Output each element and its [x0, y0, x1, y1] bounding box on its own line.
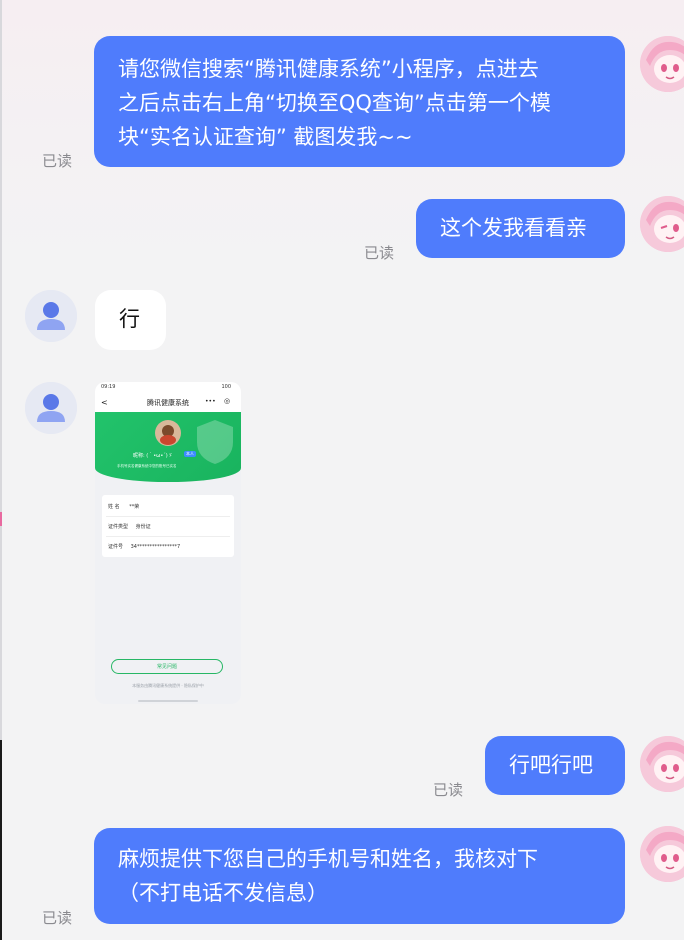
info-row: 证件号 34****************7	[108, 543, 180, 550]
contact-avatar[interactable]	[25, 382, 77, 434]
chat-window: 请您微信搜索“腾讯健康系统”小程序，点进去 之后点击右上角“切换至QQ查询”点击…	[0, 0, 684, 940]
info-value: **荣	[129, 504, 140, 510]
message-bubble-outgoing[interactable]: 麻烦提供下您自己的手机号和姓名，我核对下 （不打电话不发信息）	[94, 828, 625, 924]
my-avatar[interactable]	[640, 736, 684, 792]
screenshot-user-sub: 手机号实名健康系统中您的账号已实名	[117, 464, 177, 468]
divider	[106, 516, 230, 517]
read-status: 已读	[42, 152, 73, 170]
screenshot-user-name: 昵称: (｀•ω•´)ゞ	[133, 453, 173, 459]
default-person-avatar-icon	[25, 382, 77, 434]
screenshot-status-time: 09:19	[101, 384, 116, 390]
anime-girl-pink-hair-avatar-icon	[640, 826, 684, 882]
screenshot-close-icon: ◎	[224, 397, 231, 405]
left-edge-marker	[0, 512, 2, 526]
left-edge-dark	[0, 740, 2, 940]
user-avatar-icon	[155, 420, 181, 446]
anime-girl-pink-hair-avatar-icon	[640, 36, 684, 92]
my-avatar[interactable]	[640, 826, 684, 882]
divider	[106, 536, 230, 537]
read-status: 已读	[364, 244, 395, 262]
screenshot-status-battery: 100	[221, 384, 231, 390]
screenshot-info-card: 姓 名 **荣 证件类型 身份证 证件号 34****************7	[102, 495, 234, 557]
read-status: 已读	[42, 909, 73, 927]
screenshot-footer-note: 本服务由腾讯健康系统提供 · 隐私保护中	[132, 683, 204, 688]
screenshot-title: 腾讯健康系统	[147, 399, 189, 407]
read-status: 已读	[433, 781, 464, 799]
screenshot-back-icon: <	[101, 398, 108, 407]
screenshot-user-badge: 本人	[184, 451, 196, 457]
message-bubble-outgoing[interactable]: 这个发我看看亲	[416, 199, 625, 258]
info-label: 证件类型	[108, 524, 129, 530]
message-bubble-incoming[interactable]: 行	[95, 290, 166, 350]
info-value: 34****************7	[130, 544, 181, 550]
message-bubble-outgoing[interactable]: 行吧行吧	[485, 736, 625, 795]
screenshot-home-indicator	[138, 700, 198, 702]
anime-girl-pink-hair-avatar-icon	[640, 196, 684, 252]
screenshot-green-header: 昵称: (｀•ω•´)ゞ 本人 手机号实名健康系统中您的账号已实名	[95, 412, 241, 482]
info-label: 证件号	[108, 544, 124, 550]
screenshot-more-icon: •••	[205, 398, 216, 405]
info-label: 姓 名	[108, 504, 120, 510]
screenshot-nav-bar: < 腾讯健康系统 ••• ◎	[95, 394, 241, 412]
image-message-screenshot[interactable]: 09:19 100 < 腾讯健康系统 ••• ◎ 昵称: (｀•ω•´)ゞ 本人…	[95, 382, 241, 704]
info-row: 证件类型 身份证	[108, 523, 151, 530]
my-avatar[interactable]	[640, 196, 684, 252]
screenshot-faq-button: 常见问题	[111, 659, 223, 674]
info-row: 姓 名 **荣	[108, 503, 139, 510]
message-bubble-outgoing[interactable]: 请您微信搜索“腾讯健康系统”小程序，点进去 之后点击右上角“切换至QQ查询”点击…	[94, 36, 625, 167]
screenshot-status-bar: 09:19 100	[95, 382, 241, 394]
info-value: 身份证	[135, 524, 151, 530]
my-avatar[interactable]	[640, 36, 684, 92]
shield-watermark-icon	[197, 420, 233, 464]
contact-avatar[interactable]	[25, 290, 77, 342]
default-person-avatar-icon	[25, 290, 77, 342]
anime-girl-pink-hair-avatar-icon	[640, 736, 684, 792]
